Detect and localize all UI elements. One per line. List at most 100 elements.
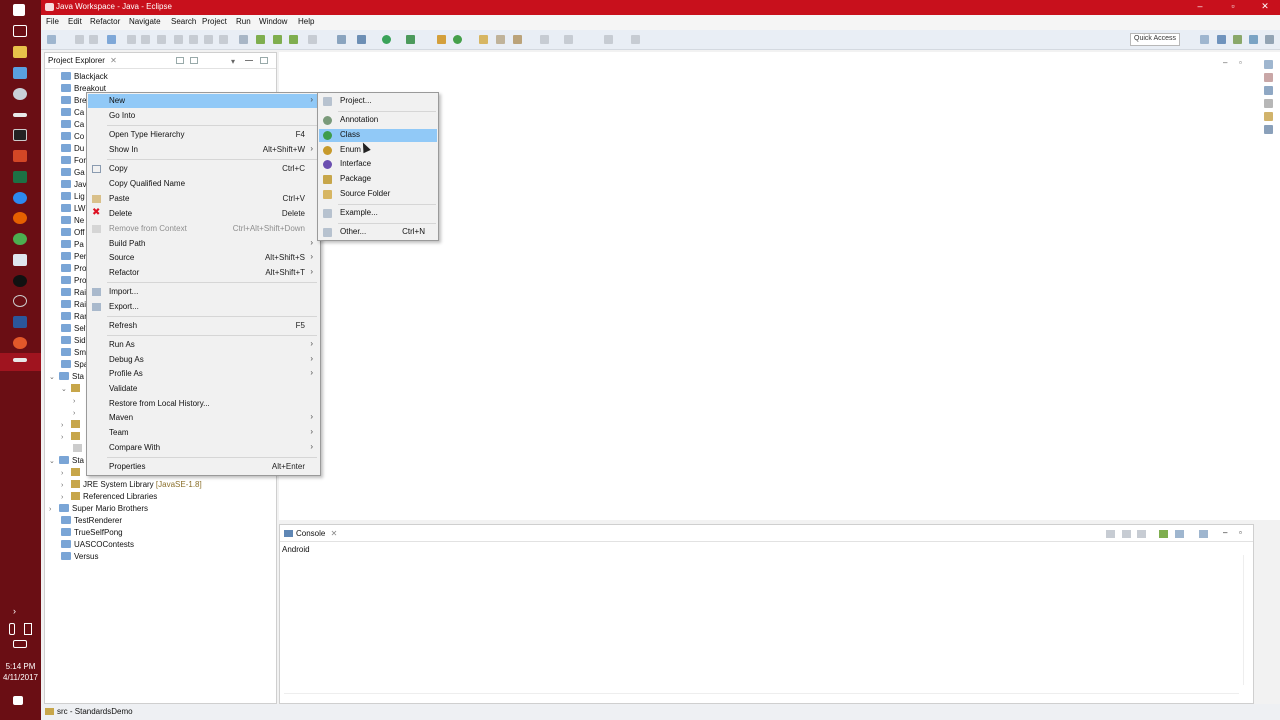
menu-item-show-in[interactable]: Show In Alt+Shift+W › bbox=[88, 143, 319, 157]
menu-item-maven[interactable]: Maven › bbox=[88, 411, 319, 425]
tree-item[interactable]: For bbox=[61, 156, 86, 165]
javadoc-icon[interactable] bbox=[1264, 99, 1273, 108]
collapse-arrow-icon[interactable]: › bbox=[61, 422, 71, 429]
close-button[interactable]: ✕ bbox=[1259, 1, 1271, 12]
step-return-icon[interactable] bbox=[204, 35, 213, 44]
debug-perspective-icon[interactable] bbox=[1233, 35, 1242, 44]
menu-item-source[interactable]: Source Alt+Shift+S › bbox=[88, 251, 319, 265]
scroll-lock-icon[interactable] bbox=[1122, 530, 1131, 538]
external-tools-icon[interactable] bbox=[337, 35, 346, 44]
tree-item[interactable]: Rai bbox=[61, 300, 86, 309]
edge-icon[interactable] bbox=[13, 192, 27, 204]
project-explorer-tab[interactable]: Project Explorer ✕ bbox=[48, 56, 117, 65]
tree-item[interactable]: › Referenced Libraries bbox=[61, 492, 157, 501]
new-class-icon[interactable] bbox=[453, 35, 462, 44]
menu-item-new[interactable]: New › bbox=[88, 94, 319, 108]
submenu-item-example[interactable]: Example... bbox=[319, 207, 437, 220]
tree-item[interactable]: Co bbox=[61, 132, 84, 141]
gear-icon[interactable] bbox=[1264, 125, 1273, 134]
collapse-arrow-icon[interactable]: › bbox=[73, 410, 83, 417]
save-all-icon[interactable] bbox=[89, 35, 98, 44]
menu-item-refresh[interactable]: Refresh F5 bbox=[88, 319, 319, 333]
collapse-arrow-icon[interactable]: › bbox=[61, 434, 71, 441]
tree-item[interactable]: TestRenderer bbox=[61, 516, 122, 525]
steam-icon[interactable] bbox=[13, 88, 27, 100]
excel-icon[interactable] bbox=[13, 171, 27, 183]
annotation-icon[interactable] bbox=[540, 35, 549, 44]
collapse-arrow-icon[interactable]: › bbox=[61, 470, 71, 477]
task-view-icon[interactable] bbox=[13, 25, 27, 37]
tree-item[interactable]: Sm bbox=[61, 348, 86, 357]
eclipse-active-icon[interactable] bbox=[13, 358, 27, 362]
menu-item-delete[interactable]: ✖ Delete Delete bbox=[88, 207, 319, 221]
clear-console-icon[interactable] bbox=[1106, 530, 1115, 538]
app-orange-icon[interactable] bbox=[13, 337, 27, 349]
submenu-item-annotation[interactable]: Annotation bbox=[319, 114, 437, 127]
menu-item-team[interactable]: Team › bbox=[88, 426, 319, 440]
android-sdk-icon[interactable] bbox=[256, 35, 265, 44]
forward-icon[interactable] bbox=[631, 35, 640, 44]
tree-item[interactable]: UASCOContests bbox=[61, 540, 134, 549]
java-perspective-icon[interactable] bbox=[1217, 35, 1226, 44]
perspective-icon[interactable] bbox=[1249, 35, 1258, 44]
collapse-arrow-icon[interactable]: › bbox=[49, 506, 59, 513]
console-tab[interactable]: Console ✕ bbox=[284, 529, 337, 538]
tree-item[interactable]: › Super Mario Brothers bbox=[49, 504, 148, 513]
tree-item[interactable]: ⌄ Sta bbox=[49, 456, 84, 465]
menu-refactor[interactable]: Refactor bbox=[90, 17, 120, 26]
menu-item-copy-qualified-name[interactable]: Copy Qualified Name bbox=[88, 177, 319, 191]
firefox-icon[interactable] bbox=[13, 212, 27, 224]
terminal-icon[interactable] bbox=[13, 129, 27, 141]
menu-item-profile-as[interactable]: Profile As › bbox=[88, 367, 319, 381]
windows-start-icon[interactable] bbox=[13, 4, 25, 16]
app-icon[interactable] bbox=[13, 275, 27, 287]
tree-item[interactable]: Lig bbox=[61, 192, 85, 201]
submenu-item-other[interactable]: Other... Ctrl+N bbox=[319, 226, 437, 239]
minimize-view-icon[interactable]: – bbox=[1223, 528, 1227, 537]
menu-item-debug-as[interactable]: Debug As › bbox=[88, 353, 319, 367]
taskbar-clock-time[interactable]: 5:14 PM bbox=[0, 661, 41, 672]
new-icon[interactable] bbox=[47, 35, 56, 44]
prev-annotation-icon[interactable] bbox=[564, 35, 573, 44]
back-icon[interactable] bbox=[604, 35, 613, 44]
submenu-item-class[interactable]: Class bbox=[319, 129, 437, 142]
tree-item[interactable]: Spa bbox=[61, 360, 88, 369]
tree-item[interactable]: › bbox=[73, 408, 83, 417]
view-menu-icon[interactable]: ▾ bbox=[231, 57, 239, 66]
suspend-icon[interactable] bbox=[141, 35, 150, 44]
tree-item[interactable]: ⌄ Sta bbox=[49, 372, 84, 381]
taskbar-clock-date[interactable]: 4/11/2017 bbox=[0, 672, 41, 683]
menu-run[interactable]: Run bbox=[236, 17, 251, 26]
console-horizontal-scrollbar[interactable] bbox=[284, 693, 1239, 699]
tree-item[interactable]: Bre bbox=[61, 96, 86, 105]
open-folder-icon[interactable] bbox=[479, 35, 488, 44]
menu-search[interactable]: Search bbox=[171, 17, 196, 26]
bookmark-icon[interactable] bbox=[1264, 112, 1273, 121]
coverage-icon[interactable] bbox=[406, 35, 415, 44]
tree-item[interactable]: › bbox=[61, 468, 83, 477]
save-icon[interactable] bbox=[75, 35, 84, 44]
maximize-button[interactable]: ▫ bbox=[1227, 1, 1239, 11]
menu-item-open-type-hierarchy[interactable]: Open Type Hierarchy F4 bbox=[88, 128, 319, 142]
file-explorer-icon[interactable] bbox=[13, 46, 27, 58]
tree-item[interactable]: LW bbox=[61, 204, 85, 213]
outline-icon[interactable] bbox=[1264, 60, 1273, 69]
menu-item-restore-local-history[interactable]: Restore from Local History... bbox=[88, 397, 319, 411]
tree-item[interactable]: Jav bbox=[61, 180, 86, 189]
at-sign-icon[interactable] bbox=[1264, 86, 1273, 95]
link-editor-icon[interactable] bbox=[190, 57, 198, 64]
step-icon[interactable] bbox=[174, 35, 183, 44]
tree-item[interactable]: › bbox=[73, 396, 83, 405]
expand-arrow-icon[interactable]: ⌄ bbox=[49, 373, 59, 381]
settings-app-icon[interactable] bbox=[13, 295, 27, 307]
open-perspective-icon[interactable] bbox=[1200, 35, 1209, 44]
submenu-item-source-folder[interactable]: Source Folder bbox=[319, 188, 437, 201]
tree-item[interactable]: Pa bbox=[61, 240, 84, 249]
tree-item[interactable]: Ca bbox=[61, 120, 84, 129]
collapse-arrow-icon[interactable]: › bbox=[61, 494, 71, 501]
tree-item[interactable]: Du bbox=[61, 144, 84, 153]
close-tab-icon[interactable]: ✕ bbox=[331, 529, 338, 538]
powerpoint-icon[interactable] bbox=[13, 150, 27, 162]
open-task-icon[interactable] bbox=[496, 35, 505, 44]
submenu-item-interface[interactable]: Interface bbox=[319, 158, 437, 171]
